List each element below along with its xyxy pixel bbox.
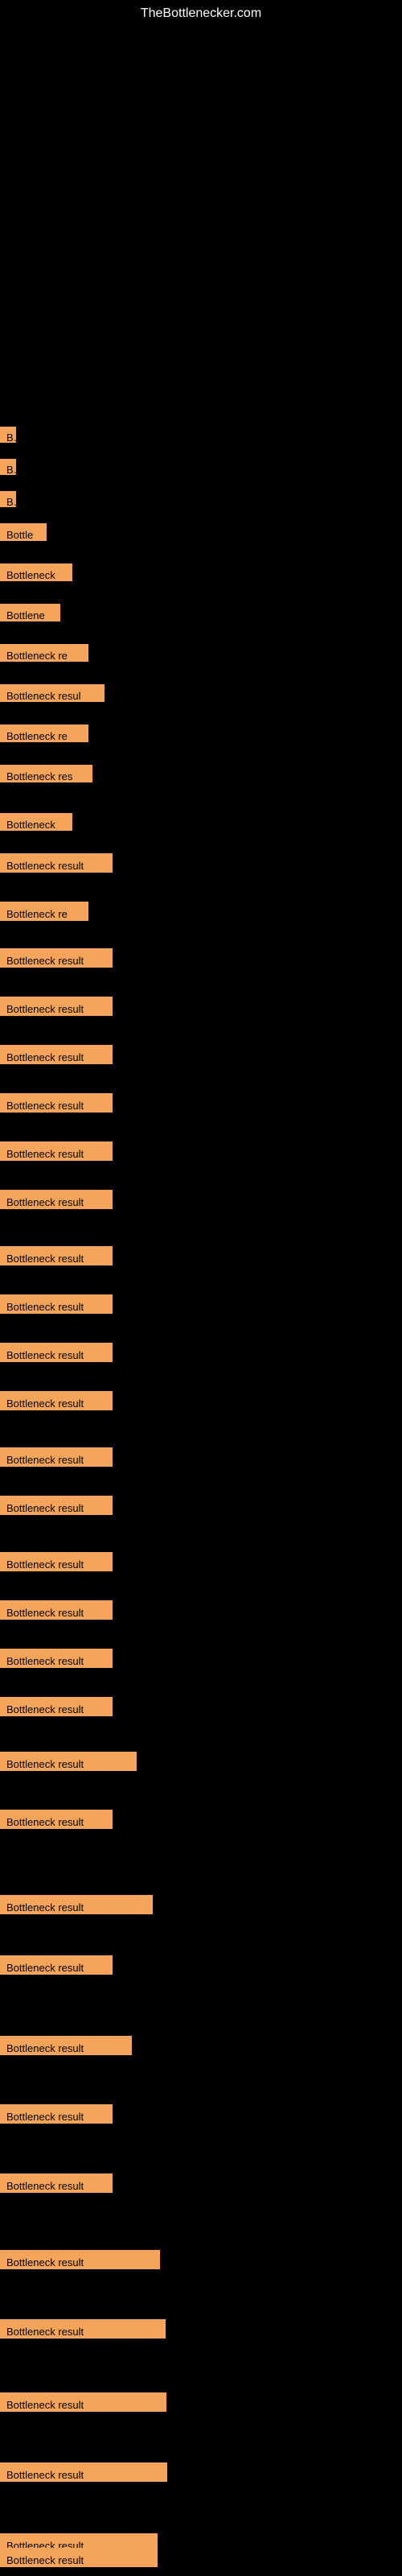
bottleneck-result-label: Bottleneck result [0, 1810, 113, 1829]
bottleneck-result-label: Bottlene [0, 604, 60, 621]
bottleneck-result-label: B [0, 491, 16, 507]
bottleneck-result-label: Bottleneck result [0, 1697, 113, 1716]
bottleneck-result-label: Bottleneck result [0, 2250, 160, 2269]
bottleneck-result-label: Bottleneck result [0, 2392, 166, 2412]
bottleneck-result-label: Bottleneck result [0, 1955, 113, 1975]
bottleneck-result-label: B [0, 427, 16, 443]
bottleneck-result-label: Bottleneck result [0, 1294, 113, 1314]
bottleneck-result-label: Bottleneck result [0, 1343, 113, 1362]
bottleneck-result-label: Bottle [0, 523, 47, 541]
bottleneck-result-label: Bottleneck result [0, 1246, 113, 1265]
site-title: TheBottlenecker.com [141, 6, 261, 21]
bottleneck-result-label: Bottleneck result [0, 1093, 113, 1113]
bottleneck-result-label: Bottleneck result [0, 2036, 132, 2055]
bottleneck-result-label: Bottleneck result [0, 1496, 113, 1515]
bottleneck-result-label: Bottleneck res [0, 765, 92, 782]
bottleneck-result-label: Bottleneck result [0, 1141, 113, 1161]
bottleneck-result-label: Bottleneck result [0, 1895, 153, 1914]
bottleneck-result-label: Bottleneck result [0, 853, 113, 873]
bottleneck-result-label: Bottleneck result [0, 2548, 158, 2567]
bottleneck-result-label: Bottleneck re [0, 902, 88, 921]
bottleneck-result-label: Bottleneck resul [0, 684, 105, 702]
bottleneck-result-label: Bottleneck result [0, 2174, 113, 2193]
bottleneck-result-label: Bottleneck result [0, 1045, 113, 1064]
bottleneck-result-label: Bottleneck result [0, 1190, 113, 1209]
bottleneck-result-label: Bottleneck re [0, 644, 88, 662]
bottleneck-result-label: Bottleneck [0, 813, 72, 831]
bottleneck-result-label: B [0, 459, 16, 475]
bottleneck-result-label: Bottleneck result [0, 1600, 113, 1620]
bottleneck-result-label: Bottleneck result [0, 2462, 167, 2482]
bottleneck-result-label: Bottleneck re [0, 724, 88, 742]
bottleneck-result-label: Bottleneck result [0, 1649, 113, 1668]
bottleneck-result-label: Bottleneck result [0, 2319, 166, 2339]
bottleneck-result-label: Bottleneck result [0, 997, 113, 1016]
bottleneck-result-label: Bottleneck result [0, 948, 113, 968]
bottleneck-result-label: Bottleneck result [0, 1447, 113, 1467]
bottleneck-result-label: Bottleneck [0, 564, 72, 581]
bottleneck-result-label: Bottleneck result [0, 1391, 113, 1410]
bottleneck-result-label: Bottleneck result [0, 1552, 113, 1571]
bottleneck-result-label: Bottleneck result [0, 1752, 137, 1771]
bottleneck-result-label: Bottleneck result [0, 2104, 113, 2124]
